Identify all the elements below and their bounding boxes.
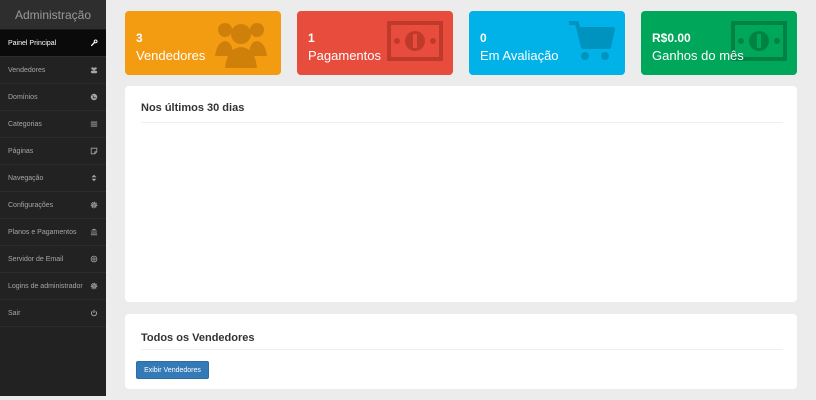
sidebar-item-categorias[interactable]: Categorias	[0, 111, 106, 138]
divider	[141, 349, 783, 350]
sidebar-item-label: Sair	[8, 309, 21, 317]
stat-card-ganhos-do-mes[interactable]: R$0.00 Ganhos do mês	[641, 11, 797, 75]
chart-panel: Nos últimos 30 dias	[125, 86, 797, 302]
wrench-icon	[90, 39, 98, 47]
sidebar-item-label: Navegação	[8, 174, 44, 182]
panel-title: Nos últimos 30 dias	[141, 102, 245, 114]
sidebar-brand: Administração	[0, 0, 106, 30]
sidebar-item-servidor-de-email[interactable]: Servidor de Email	[0, 246, 106, 273]
sidebar-item-paginas[interactable]: Páginas	[0, 138, 106, 165]
divider	[141, 122, 783, 123]
stat-card-em-avaliacao[interactable]: 0 Em Avaliação	[469, 11, 625, 75]
sidebar-item-label: Vendedores	[8, 66, 46, 74]
list-icon	[90, 120, 98, 128]
stat-card-vendedores[interactable]: 3 Vendedores	[125, 11, 281, 75]
stat-label: Vendedores	[136, 48, 206, 63]
page-icon	[90, 147, 98, 155]
vendors-panel: Todos os Vendedores Exibir Vendedores	[125, 314, 797, 389]
sidebar-item-painel-principal[interactable]: Painel Principal	[0, 30, 106, 57]
sidebar-item-label: Servidor de Email	[8, 255, 64, 263]
sidebar-item-navegacao[interactable]: Navegação	[0, 165, 106, 192]
at-icon	[90, 255, 98, 263]
stat-card-pagamentos[interactable]: 1 Pagamentos	[297, 11, 453, 75]
sidebar-item-configuracoes[interactable]: Configurações	[0, 192, 106, 219]
show-vendors-button[interactable]: Exibir Vendedores	[136, 361, 209, 379]
power-icon	[90, 309, 98, 317]
stat-label: Em Avaliação	[480, 48, 559, 63]
stat-label: Ganhos do mês	[652, 48, 744, 63]
users-icon	[90, 66, 98, 74]
globe-icon	[90, 93, 98, 101]
bank-icon	[90, 228, 98, 236]
sidebar-item-dominios[interactable]: Domínios	[0, 84, 106, 111]
sidebar: Administração Painel Principal Vendedore…	[0, 0, 106, 396]
money-icon	[387, 21, 443, 61]
gear-icon	[90, 282, 98, 290]
sidebar-item-logins-de-administrador[interactable]: Logins de administrador	[0, 273, 106, 300]
cart-icon	[569, 21, 615, 60]
stat-value: 1	[308, 31, 315, 45]
sidebar-item-planos-e-pagamentos[interactable]: Planos e Pagamentos	[0, 219, 106, 246]
stat-value: R$0.00	[652, 31, 691, 45]
sidebar-item-label: Páginas	[8, 147, 34, 155]
panel-title: Todos os Vendedores	[141, 332, 255, 344]
sidebar-item-vendedores[interactable]: Vendedores	[0, 57, 106, 84]
stat-value: 0	[480, 31, 487, 45]
sidebar-item-label: Planos e Pagamentos	[8, 228, 77, 236]
sidebar-item-label: Painel Principal	[8, 39, 57, 47]
sidebar-item-label: Categorias	[8, 120, 42, 128]
sidebar-item-label: Domínios	[8, 93, 38, 101]
users-icon	[215, 23, 267, 68]
stat-value: 3	[136, 31, 143, 45]
sidebar-item-sair[interactable]: Sair	[0, 300, 106, 327]
sidebar-item-label: Logins de administrador	[8, 282, 83, 290]
sort-icon	[90, 174, 98, 182]
sidebar-item-label: Configurações	[8, 201, 54, 209]
gear-icon	[90, 201, 98, 209]
stat-label: Pagamentos	[308, 48, 381, 63]
